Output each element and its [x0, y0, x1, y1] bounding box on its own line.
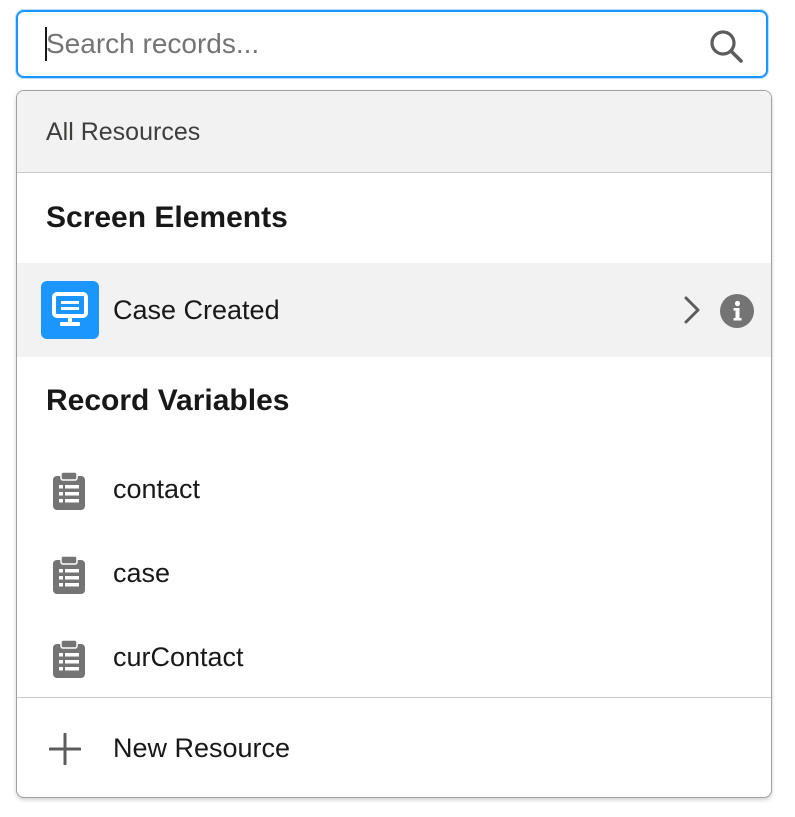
list-item-label: curContact — [113, 642, 244, 672]
search-box[interactable] — [16, 10, 768, 78]
list-item-label: case — [113, 558, 171, 588]
search-input[interactable] — [46, 22, 686, 66]
list-item-curcontact[interactable]: curContact — [17, 614, 771, 698]
section-heading-screen-elements: Screen Elements — [46, 201, 288, 234]
record-variable-icon — [53, 639, 85, 678]
screen-icon — [41, 281, 99, 339]
text-caret — [45, 27, 47, 61]
record-variable-icon — [53, 471, 85, 510]
section-heading-record-variables: Record Variables — [46, 384, 290, 417]
breadcrumb-label: All Resources — [46, 118, 201, 146]
list-item-case-created[interactable]: Case Created — [17, 263, 771, 357]
list-item-case[interactable]: case — [17, 530, 771, 614]
search-icon[interactable] — [708, 28, 744, 64]
record-variable-icon — [53, 555, 85, 594]
list-item-label: contact — [113, 474, 201, 504]
new-resource-button[interactable]: New Resource — [17, 697, 771, 797]
resource-picker-dropdown: All Resources Screen Elements Case Creat… — [16, 90, 772, 798]
breadcrumb[interactable]: All Resources — [17, 91, 771, 173]
new-resource-label: New Resource — [113, 733, 291, 763]
chevron-right-icon[interactable] — [681, 295, 703, 325]
plus-icon — [49, 733, 81, 765]
list-item-contact[interactable]: contact — [17, 446, 771, 530]
list-item-label: Case Created — [113, 295, 280, 325]
info-icon[interactable] — [719, 293, 755, 329]
